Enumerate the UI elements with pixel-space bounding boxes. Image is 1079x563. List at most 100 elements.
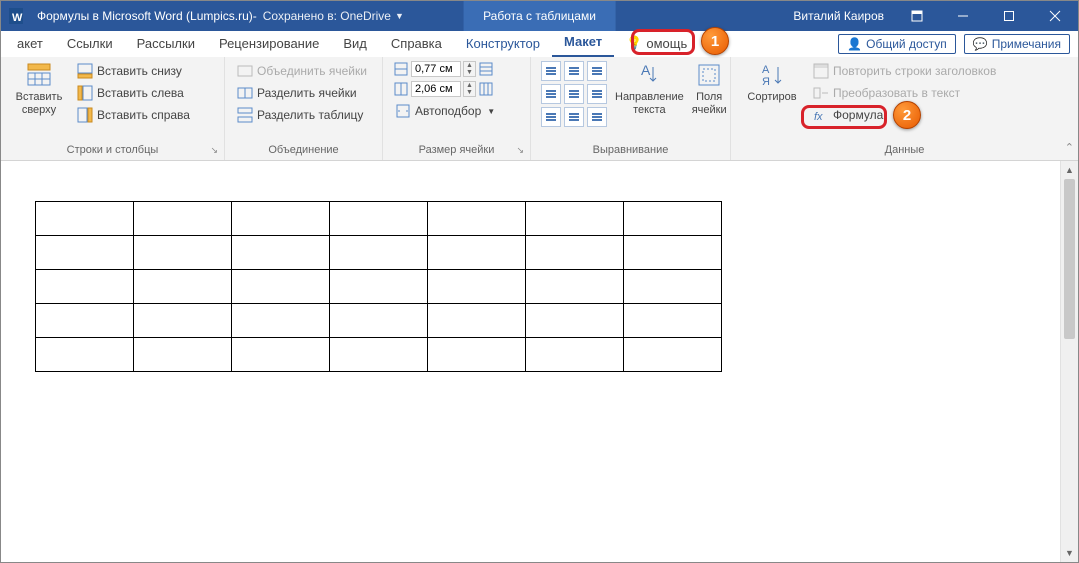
- saved-dropdown-icon[interactable]: ▼: [395, 11, 404, 21]
- height-spinner[interactable]: ▲▼: [463, 61, 476, 77]
- formula-icon: fx: [813, 107, 829, 123]
- align-bot-right[interactable]: [587, 107, 607, 127]
- tab-review[interactable]: Рецензирование: [207, 32, 331, 57]
- scroll-thumb[interactable]: [1064, 179, 1075, 339]
- split-cells-button[interactable]: Разделить ячейки: [235, 83, 369, 103]
- scroll-down-button[interactable]: ▼: [1061, 544, 1078, 562]
- user-name[interactable]: Виталий Каиров: [793, 9, 884, 23]
- minimize-button[interactable]: [940, 1, 986, 31]
- scroll-track[interactable]: [1061, 179, 1078, 544]
- tab-help[interactable]: Справка: [379, 32, 454, 57]
- svg-text:Я: Я: [762, 76, 770, 88]
- tell-me-search[interactable]: 💡 омощь: [614, 31, 699, 57]
- maximize-button[interactable]: [986, 1, 1032, 31]
- share-button[interactable]: 👤 Общий доступ: [838, 34, 956, 54]
- convert-text-icon: [813, 85, 829, 101]
- alignment-grid: [541, 61, 607, 127]
- dialog-launcher-icon[interactable]: ↘: [516, 145, 524, 156]
- autofit-button[interactable]: Автоподбор▼: [393, 101, 497, 121]
- insert-right-icon: [77, 107, 93, 123]
- insert-right-button[interactable]: Вставить справа: [75, 105, 192, 125]
- vertical-scrollbar[interactable]: ▲ ▼: [1060, 161, 1078, 562]
- collapse-ribbon-icon[interactable]: ⌃: [1065, 141, 1074, 154]
- saved-location[interactable]: Сохранено в: OneDrive: [263, 9, 391, 23]
- group-cell-size: ▲▼ ▲▼ Автоподбор▼ Размер ячейки↘: [383, 57, 531, 160]
- distribute-cols-icon[interactable]: [478, 81, 494, 97]
- align-mid-left[interactable]: [541, 84, 561, 104]
- align-top-right[interactable]: [587, 61, 607, 81]
- tab-view[interactable]: Вид: [331, 32, 379, 57]
- col-width-input[interactable]: [411, 81, 461, 97]
- distribute-rows-icon[interactable]: [478, 61, 494, 77]
- tab-references[interactable]: Ссылки: [55, 32, 125, 57]
- title-bar: W Формулы в Microsoft Word (Lumpics.ru) …: [1, 1, 1078, 31]
- insert-above-icon: [25, 61, 53, 89]
- insert-left-button[interactable]: Вставить слева: [75, 83, 192, 103]
- text-direction-icon: A: [635, 61, 663, 89]
- merge-cells-button[interactable]: Объединить ячейки: [235, 61, 369, 81]
- sort-icon: AЯ: [758, 61, 786, 89]
- document-title: Формулы в Microsoft Word (Lumpics.ru): [37, 9, 253, 23]
- group-label-merge: Объединение: [235, 142, 372, 158]
- document-workspace: ▲ ▼: [1, 161, 1078, 562]
- align-top-center[interactable]: [564, 61, 584, 81]
- tab-table-layout[interactable]: Макет: [552, 30, 614, 57]
- text-direction-button[interactable]: A Направление текста: [615, 61, 684, 116]
- align-bot-center[interactable]: [564, 107, 584, 127]
- table-row: [36, 304, 722, 338]
- repeat-header-button[interactable]: Повторить строки заголовков: [811, 61, 998, 81]
- group-label-cell-size: Размер ячейки↘: [393, 142, 520, 158]
- width-spinner[interactable]: ▲▼: [463, 81, 476, 97]
- table-row: [36, 236, 722, 270]
- sort-button[interactable]: AЯ Сортиров: [741, 61, 803, 104]
- callout-badge-2: 2: [893, 101, 921, 129]
- group-rows-columns: Вставить сверху Вставить снизу Вставить …: [1, 57, 225, 160]
- tabs-right-actions: 👤 Общий доступ 💬 Примечания: [838, 31, 1070, 57]
- cell-margins-button[interactable]: Поля ячейки: [692, 61, 727, 116]
- scroll-up-button[interactable]: ▲: [1061, 161, 1078, 179]
- align-mid-right[interactable]: [587, 84, 607, 104]
- ribbon-tabs: акет Ссылки Рассылки Рецензирование Вид …: [1, 31, 1078, 57]
- merge-cells-icon: [237, 63, 253, 79]
- align-top-left[interactable]: [541, 61, 561, 81]
- dialog-launcher-icon[interactable]: ↘: [210, 145, 218, 156]
- group-label-data: Данные: [741, 142, 1068, 158]
- chevron-down-icon: ▼: [487, 107, 495, 116]
- ribbon-display-options-button[interactable]: [894, 1, 940, 31]
- group-merge: Объединить ячейки Разделить ячейки Разде…: [225, 57, 383, 160]
- callout-badge-1: 1: [701, 27, 729, 55]
- document-page[interactable]: [1, 161, 1060, 562]
- insert-below-button[interactable]: Вставить снизу: [75, 61, 192, 81]
- split-table-button[interactable]: Разделить таблицу: [235, 105, 369, 125]
- ribbon: Вставить сверху Вставить снизу Вставить …: [1, 57, 1078, 161]
- group-alignment: A Направление текста Поля ячейки Выравни…: [531, 57, 731, 160]
- group-label-alignment: Выравнивание: [541, 142, 720, 158]
- tab-mailings[interactable]: Рассылки: [125, 32, 207, 57]
- row-height-input[interactable]: [411, 61, 461, 77]
- close-button[interactable]: [1032, 1, 1078, 31]
- contextual-tab-title: Работа с таблицами: [463, 1, 616, 31]
- row-height-field[interactable]: ▲▼: [393, 61, 497, 77]
- tab-layout-cut[interactable]: акет: [5, 32, 55, 57]
- insert-above-button[interactable]: Вставить сверху: [11, 61, 67, 116]
- document-table[interactable]: [35, 201, 722, 372]
- cell-margins-icon: [695, 61, 723, 89]
- table-row: [36, 270, 722, 304]
- app-window: W Формулы в Microsoft Word (Lumpics.ru) …: [0, 0, 1079, 563]
- comments-button[interactable]: 💬 Примечания: [964, 34, 1070, 54]
- autofit-icon: [395, 103, 411, 119]
- table-row: [36, 202, 722, 236]
- share-icon: 👤: [847, 37, 862, 51]
- convert-to-text-button[interactable]: Преобразовать в текст: [811, 83, 998, 103]
- align-mid-center[interactable]: [564, 84, 584, 104]
- svg-text:A: A: [641, 62, 651, 78]
- lightbulb-icon: 💡: [626, 35, 642, 51]
- title-separator: -: [253, 9, 257, 23]
- align-bot-left[interactable]: [541, 107, 561, 127]
- table-row: [36, 338, 722, 372]
- svg-text:fx: fx: [814, 111, 823, 123]
- comment-icon: 💬: [973, 37, 988, 51]
- tab-table-design[interactable]: Конструктор: [454, 32, 552, 57]
- col-width-field[interactable]: ▲▼: [393, 81, 497, 97]
- group-label-rows-columns: Строки и столбцы↘: [11, 142, 214, 158]
